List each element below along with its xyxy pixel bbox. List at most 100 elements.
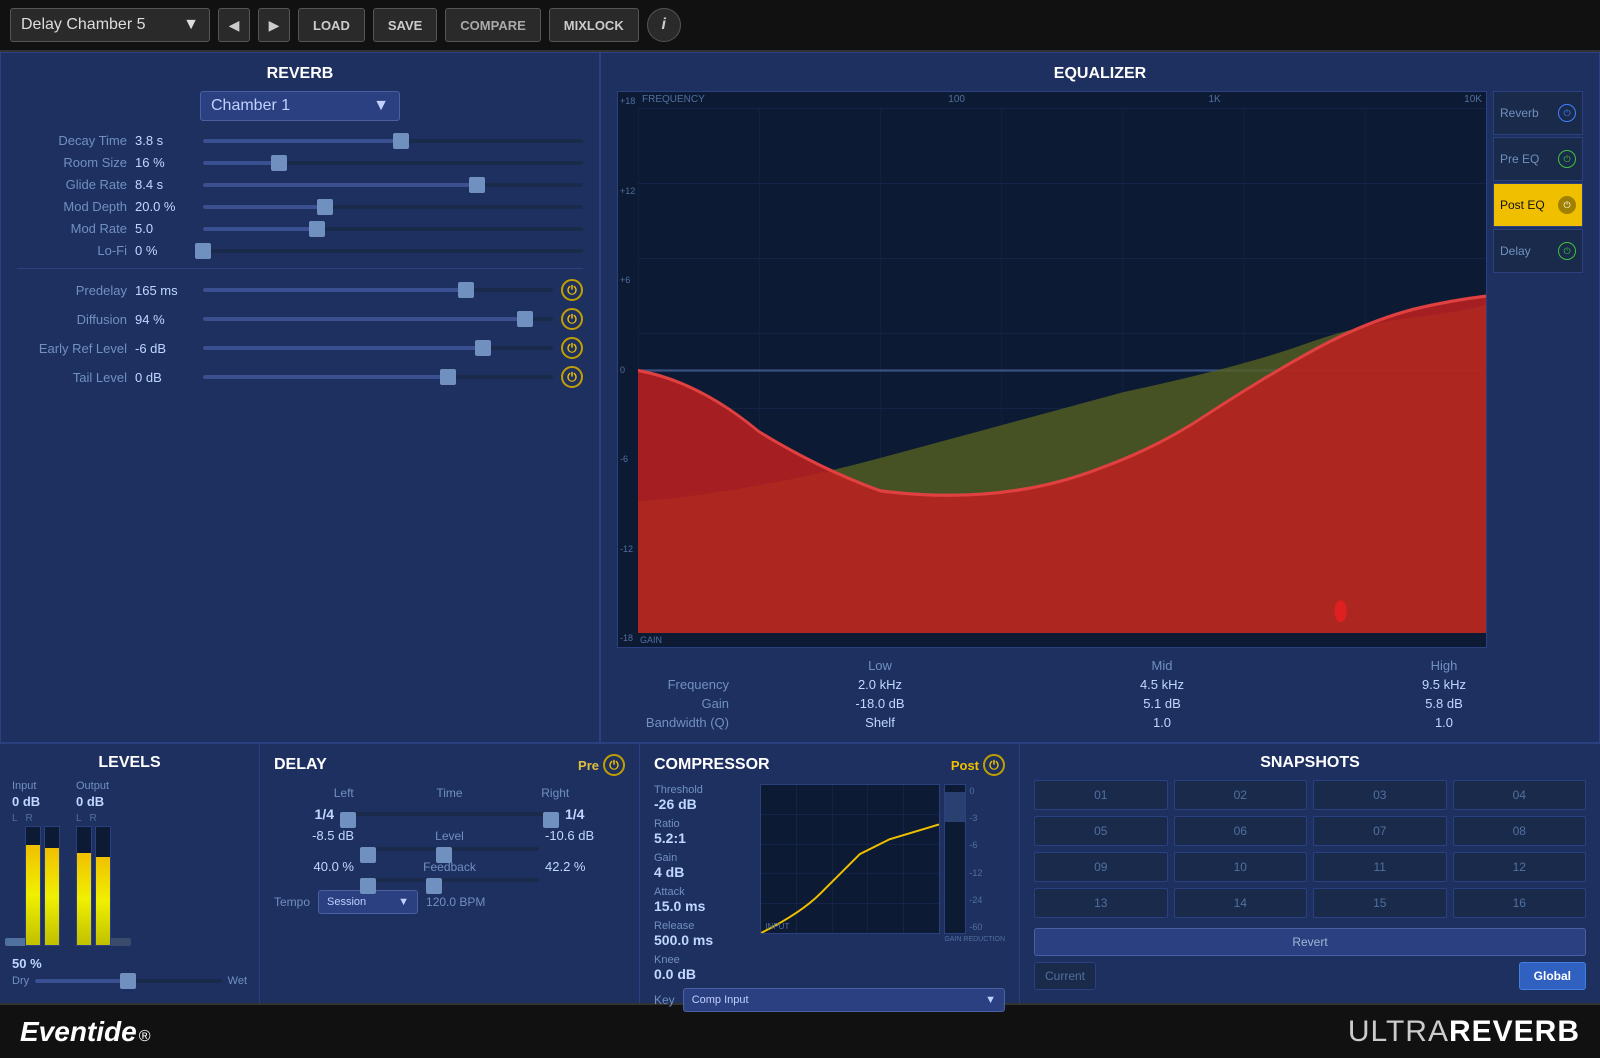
global-button[interactable]: Global xyxy=(1519,962,1586,990)
comp-power-button[interactable]: ⏻ xyxy=(983,754,1005,776)
eq-tab-delay-power[interactable]: ⏻ xyxy=(1558,242,1576,260)
compare-button[interactable]: COMPARE xyxy=(445,8,540,42)
eq-tab-reverb[interactable]: Reverb ⏻ xyxy=(1493,91,1583,135)
delay-feedback-slider[interactable] xyxy=(360,878,539,882)
eq-freq-high[interactable]: 9.5 kHz xyxy=(1305,677,1583,692)
reverb-slider-3[interactable] xyxy=(203,205,583,209)
reverb-param2-value-2: -6 dB xyxy=(135,341,195,356)
comp-gr-meter-container: 0 -3 -6 -12 -24 -60 GAIN REDUCTION xyxy=(944,784,1005,943)
revert-button[interactable]: Revert xyxy=(1034,928,1586,956)
snapshots-section: SNAPSHOTS 010203040506070809101112131415… xyxy=(1020,744,1600,1003)
eq-tab-posteq-power[interactable]: ⏻ xyxy=(1558,196,1576,214)
eq-bw-low[interactable]: Shelf xyxy=(741,715,1019,730)
mix-slider[interactable] xyxy=(35,979,222,983)
eq-col-high: High xyxy=(1305,658,1583,673)
reverb-slider-4[interactable] xyxy=(203,227,583,231)
snapshot-item-12[interactable]: 12 xyxy=(1453,852,1587,882)
reverb-slider2-1[interactable] xyxy=(203,317,553,321)
comp-threshold: Threshold -26 dB xyxy=(654,784,750,812)
save-button[interactable]: SAVE xyxy=(373,8,437,42)
eq-tab-preeq-power[interactable]: ⏻ xyxy=(1558,150,1576,168)
reverb-param2-1: Diffusion94 %⏻ xyxy=(17,308,583,330)
preset-selector[interactable]: Delay Chamber 5 ▼ xyxy=(10,8,210,42)
snapshot-item-15[interactable]: 15 xyxy=(1313,888,1447,918)
reverb-power-btn-1[interactable]: ⏻ xyxy=(561,308,583,330)
reverb-type-selector[interactable]: Chamber 1 ▼ xyxy=(200,91,400,121)
eq-tab-delay[interactable]: Delay ⏻ xyxy=(1493,229,1583,273)
snapshot-item-07[interactable]: 07 xyxy=(1313,816,1447,846)
snapshot-item-02[interactable]: 02 xyxy=(1174,780,1308,810)
eq-gain-mid[interactable]: 5.1 dB xyxy=(1023,696,1301,711)
comp-input-label: INPUT xyxy=(765,922,789,931)
eq-bw-high[interactable]: 1.0 xyxy=(1305,715,1583,730)
reverb-slider2-0[interactable] xyxy=(203,288,553,292)
product-logo: ULTRAREVERB xyxy=(1348,1015,1580,1049)
eq-bw-mid[interactable]: 1.0 xyxy=(1023,715,1301,730)
load-button[interactable]: LOAD xyxy=(298,8,365,42)
eq-gain-low[interactable]: -18.0 dB xyxy=(741,696,1019,711)
snapshot-item-08[interactable]: 08 xyxy=(1453,816,1587,846)
delay-level-slider[interactable] xyxy=(360,847,539,851)
snapshot-item-13[interactable]: 13 xyxy=(1034,888,1168,918)
snapshot-item-05[interactable]: 05 xyxy=(1034,816,1168,846)
eq-title: EQUALIZER xyxy=(617,65,1583,83)
nav-next-button[interactable]: ▶ xyxy=(258,8,290,42)
reverb-power-btn-3[interactable]: ⏻ xyxy=(561,366,583,388)
snapshot-item-14[interactable]: 14 xyxy=(1174,888,1308,918)
eq-freq-low[interactable]: 2.0 kHz xyxy=(741,677,1019,692)
eq-tab-preeq[interactable]: Pre EQ ⏻ xyxy=(1493,137,1583,181)
delay-left-time: 1/4 xyxy=(274,806,334,822)
output-fader[interactable] xyxy=(114,898,124,946)
comp-release: Release 500.0 ms xyxy=(654,920,750,948)
reverb-power-btn-2[interactable]: ⏻ xyxy=(561,337,583,359)
snapshot-item-16[interactable]: 16 xyxy=(1453,888,1587,918)
eq-tab-posteq[interactable]: Post EQ ⏻ xyxy=(1493,183,1583,227)
reverb-param2-label-2: Early Ref Level xyxy=(17,341,127,356)
reverb-param2-0: Predelay165 ms⏻ xyxy=(17,279,583,301)
reverb-param2-value-3: 0 dB xyxy=(135,370,195,385)
output-label: Output xyxy=(76,780,124,792)
output-meter-group: Output 0 dB L R xyxy=(76,780,124,946)
delay-time-slider[interactable] xyxy=(340,812,559,816)
delay-power-button[interactable]: ⏻ xyxy=(603,754,625,776)
eq-tab-reverb-power[interactable]: ⏻ xyxy=(1558,104,1576,122)
reverb-power-btn-0[interactable]: ⏻ xyxy=(561,279,583,301)
reverb-slider-0[interactable] xyxy=(203,139,583,143)
output-meters xyxy=(76,826,124,946)
reverb-param-label-2: Glide Rate xyxy=(17,177,127,192)
input-fader[interactable] xyxy=(12,888,22,946)
eq-row-freq-label: Frequency xyxy=(617,677,737,692)
eq-section: EQUALIZER FREQUENCY 100 1K 10K +18 +12 +… xyxy=(600,52,1600,743)
info-button[interactable]: i xyxy=(647,8,681,42)
current-button[interactable]: Current xyxy=(1034,962,1096,990)
nav-prev-button[interactable]: ◀ xyxy=(218,8,250,42)
comp-curve-display: INPUT OUTPUT xyxy=(760,784,940,934)
reverb-slider-2[interactable] xyxy=(203,183,583,187)
snapshot-item-01[interactable]: 01 xyxy=(1034,780,1168,810)
snapshot-item-11[interactable]: 11 xyxy=(1313,852,1447,882)
comp-power-icon: ⏻ xyxy=(989,758,999,773)
comp-title-row: COMPRESSOR Post ⏻ xyxy=(654,754,1005,776)
snapshot-item-03[interactable]: 03 xyxy=(1313,780,1447,810)
comp-key-label: Key xyxy=(654,993,675,1007)
mix-value: 50 % xyxy=(12,956,42,971)
reverb-slider-5[interactable] xyxy=(203,249,583,253)
snapshot-item-10[interactable]: 10 xyxy=(1174,852,1308,882)
eq-display-area[interactable]: FREQUENCY 100 1K 10K +18 +12 +6 0 -6 -12… xyxy=(617,91,1487,648)
reverb-slider-1[interactable] xyxy=(203,161,583,165)
compressor-section: COMPRESSOR Post ⏻ Threshold -26 dB xyxy=(640,744,1020,1003)
comp-post-label: Post xyxy=(951,758,979,773)
mixlock-button[interactable]: MIXLOCK xyxy=(549,8,639,42)
snapshot-action-row1: Revert xyxy=(1034,928,1586,956)
reverb-param-value-4: 5.0 xyxy=(135,221,195,236)
snapshot-item-09[interactable]: 09 xyxy=(1034,852,1168,882)
reverb-slider2-2[interactable] xyxy=(203,346,553,350)
reverb-slider2-3[interactable] xyxy=(203,375,553,379)
comp-key-selector[interactable]: Comp Input ▼ xyxy=(683,988,1005,1012)
eq-gain-high[interactable]: 5.8 dB xyxy=(1305,696,1583,711)
snapshot-item-06[interactable]: 06 xyxy=(1174,816,1308,846)
levels-title: LEVELS xyxy=(12,754,247,772)
snapshot-item-04[interactable]: 04 xyxy=(1453,780,1587,810)
input-meter-group: Input 0 dB L R xyxy=(12,780,60,946)
eq-freq-mid[interactable]: 4.5 kHz xyxy=(1023,677,1301,692)
